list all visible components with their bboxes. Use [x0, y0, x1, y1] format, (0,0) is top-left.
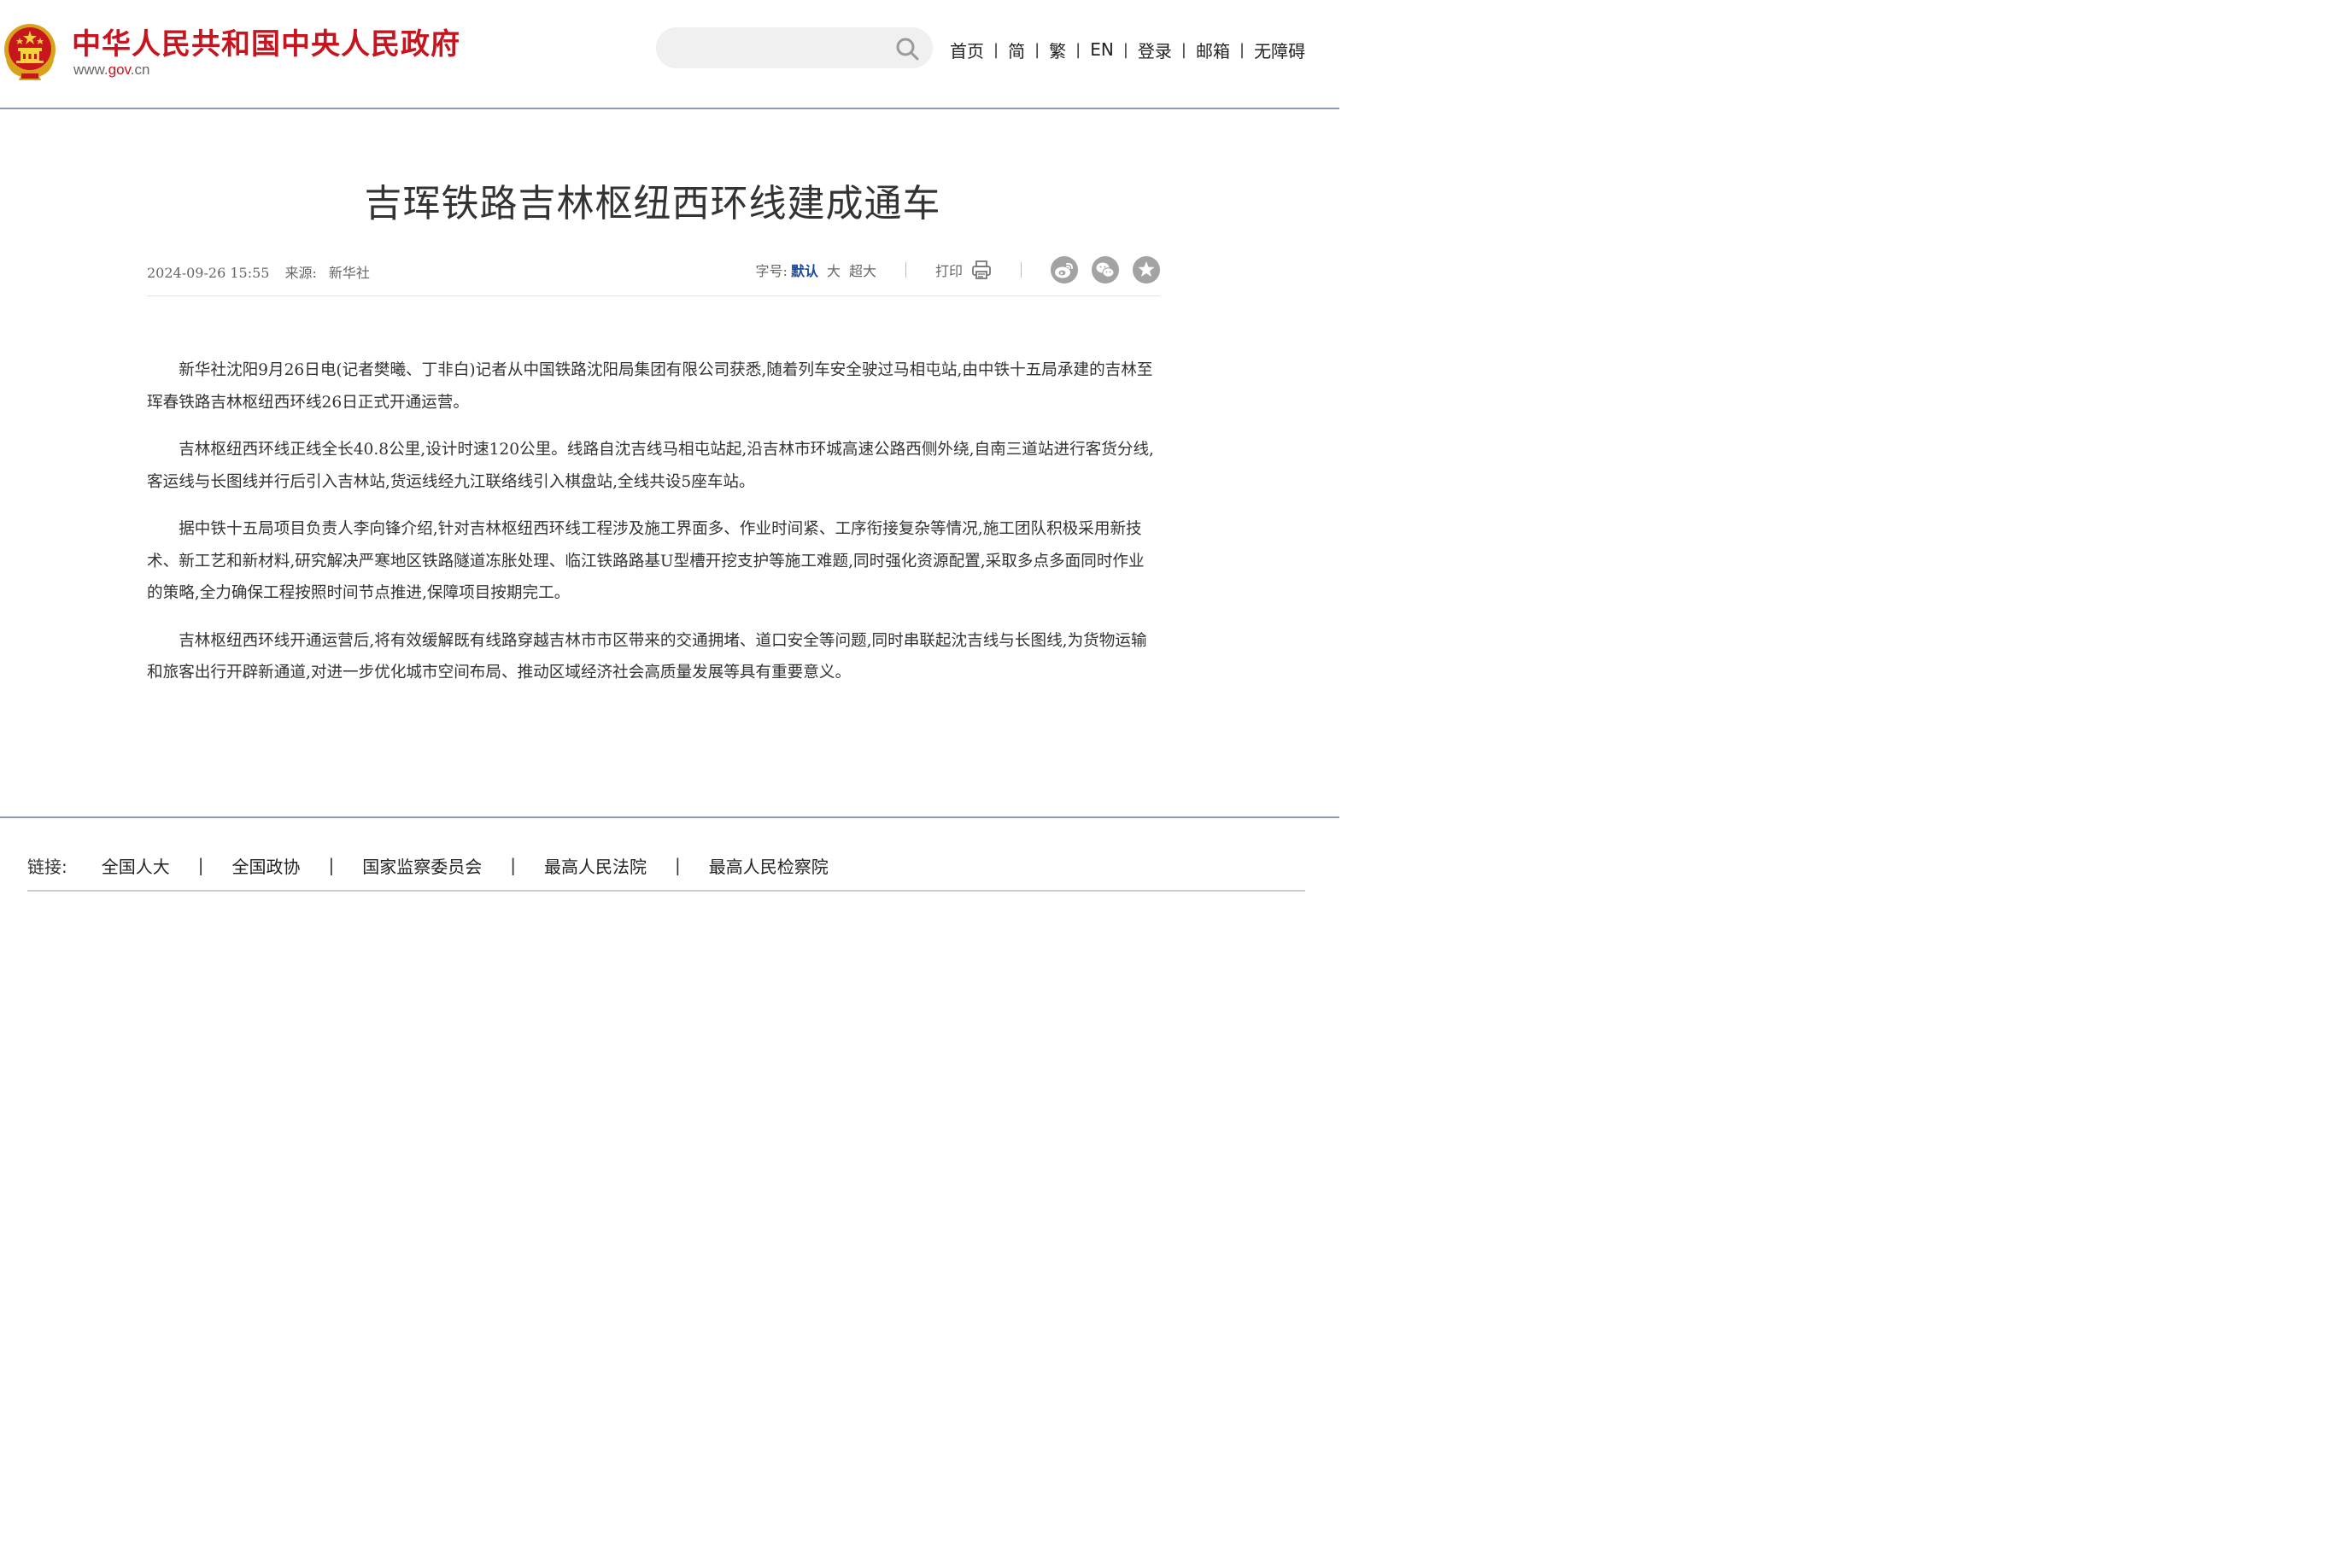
site-header: 中华人民共和国中央人民政府 www.gov.cn 首页 | 简 | 繁 | EN… — [0, 0, 1339, 109]
nav-english[interactable]: EN — [1090, 39, 1114, 60]
footer-link-procuratorate[interactable]: 最高人民检察院 — [709, 853, 829, 878]
site-title[interactable]: 中华人民共和国中央人民政府 — [72, 20, 460, 62]
source-name: 新华社 — [328, 265, 370, 281]
favorite-button[interactable] — [1133, 256, 1160, 284]
nav-separator: | — [1075, 40, 1081, 59]
nav-separator: | — [1034, 40, 1040, 59]
footer-separator: | — [197, 855, 204, 875]
footer-divider — [0, 816, 1339, 818]
favorite-star-icon — [1138, 261, 1155, 277]
footer-link-nsc[interactable]: 国家监察委员会 — [362, 853, 482, 878]
font-size-extra-large[interactable]: 超大 — [849, 260, 876, 280]
font-size-default[interactable]: 默认 — [791, 260, 818, 280]
site-url-prefix: www. — [73, 61, 108, 78]
nav-mailbox[interactable]: 邮箱 — [1196, 38, 1230, 62]
nav-accessibility[interactable]: 无障碍 — [1254, 38, 1305, 62]
article-meta-bar: 2024-09-26 15:55 来源: 新华社 字号: 默认 大 超大 打印 — [147, 256, 1160, 296]
footer-link-supreme-court[interactable]: 最高人民法院 — [544, 853, 647, 878]
article-paragraph: 吉林枢纽西环线正线全长40.8公里,设计时速120公里。线路自沈吉线马相屯站起,… — [147, 441, 1154, 491]
footer-links: 链接: 全国人大 | 全国政协 | 国家监察委员会 | 最高人民法院 | 最高人… — [27, 852, 829, 878]
font-size-label: 字号: — [755, 263, 788, 279]
article-title: 吉珲铁路吉林枢纽西环线建成通车 — [364, 182, 941, 225]
share-wechat-button[interactable] — [1092, 256, 1119, 284]
footer-separator: | — [675, 855, 681, 875]
printer-icon — [972, 260, 991, 279]
footer-separator: | — [510, 855, 516, 875]
tools-divider — [1021, 262, 1022, 278]
footer-separator: | — [328, 855, 335, 875]
share-weibo-button[interactable] — [1051, 256, 1078, 284]
nav-simplified[interactable]: 简 — [1008, 38, 1025, 62]
nav-separator: | — [1122, 40, 1128, 59]
font-size-large[interactable]: 大 — [827, 260, 841, 280]
nav-separator: | — [993, 40, 999, 59]
site-url-domain: gov — [108, 61, 131, 78]
search-box — [656, 27, 933, 70]
article-paragraph: 据中铁十五局项目负责人李向锋介绍,针对吉林枢纽西环线工程涉及施工界面多、作业时间… — [147, 520, 1145, 602]
site-url-suffix: .cn — [130, 61, 150, 78]
publish-date: 2024-09-26 15:55 — [147, 265, 270, 281]
nav-login[interactable]: 登录 — [1138, 38, 1172, 62]
weibo-icon — [1055, 262, 1073, 278]
top-nav: 首页 | 简 | 繁 | EN | 登录 | 邮箱 | 无障碍 — [950, 38, 1305, 61]
article-tools: 字号: 默认 大 超大 打印 — [756, 256, 1160, 284]
article-paragraph: 吉林枢纽西环线开通运营后,将有效缓解既有线路穿越吉林市市区带来的交通拥堵、道口安… — [147, 631, 1147, 682]
site-url[interactable]: www.gov.cn — [73, 61, 149, 79]
footer-links-label: 链接: — [27, 856, 67, 877]
nav-home[interactable]: 首页 — [950, 38, 984, 62]
footer-bottom-line — [27, 890, 1305, 892]
nav-traditional[interactable]: 繁 — [1049, 38, 1066, 62]
print-label: 打印 — [934, 263, 963, 279]
tools-divider — [905, 262, 906, 278]
article-meta-info: 2024-09-26 15:55 来源: 新华社 — [147, 261, 370, 282]
footer-link-npc[interactable]: 全国人大 — [102, 853, 170, 878]
print-button[interactable]: 打印 — [935, 260, 992, 280]
source-label: 来源: — [284, 265, 317, 281]
nav-separator: | — [1239, 40, 1245, 59]
search-input[interactable] — [675, 27, 892, 70]
national-emblem-icon[interactable] — [3, 22, 57, 80]
article-body: 新华社沈阳9月26日电(记者樊曦、丁非白)记者从中国铁路沈阳局集团有限公司获悉,… — [147, 354, 1160, 705]
footer-link-cppcc[interactable]: 全国政协 — [232, 853, 301, 878]
nav-separator: | — [1180, 40, 1186, 59]
search-icon[interactable] — [895, 37, 919, 61]
article-paragraph: 新华社沈阳9月26日电(记者樊曦、丁非白)记者从中国铁路沈阳局集团有限公司获悉,… — [147, 361, 1153, 412]
wechat-icon — [1096, 262, 1115, 278]
